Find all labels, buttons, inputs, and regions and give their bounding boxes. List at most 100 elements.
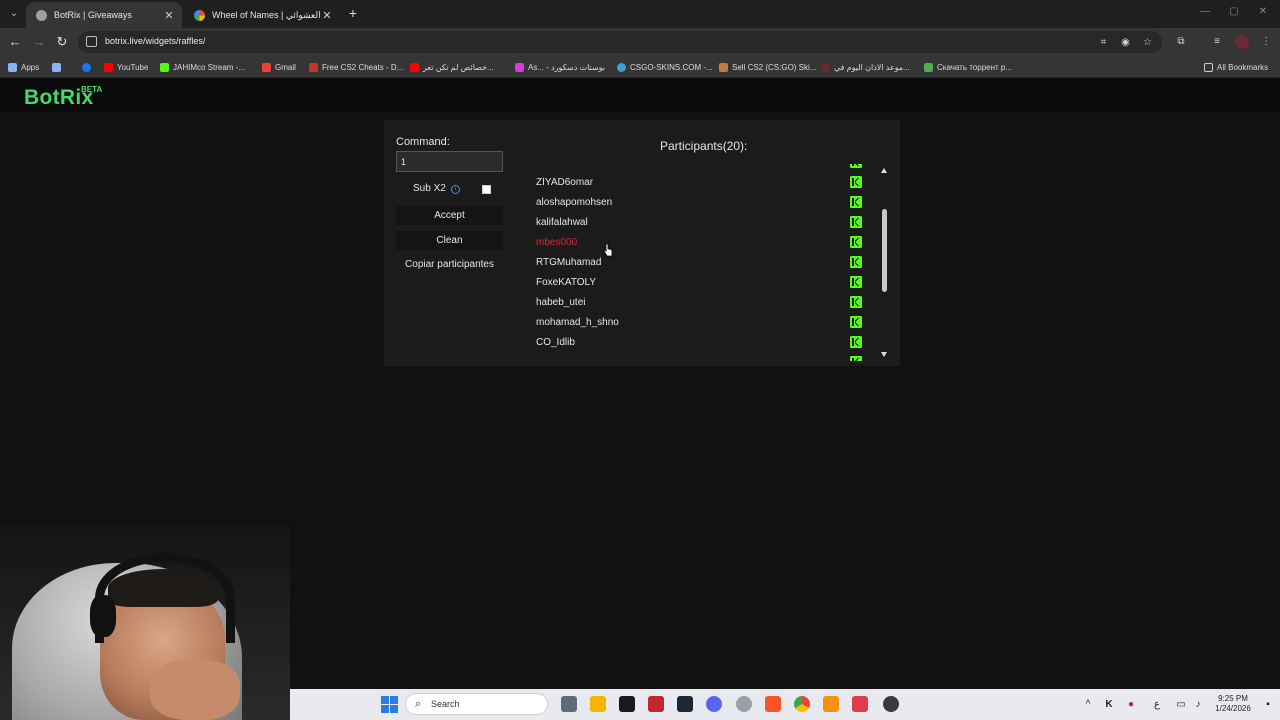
kick-icon (850, 276, 862, 288)
app-circle-icon[interactable] (736, 696, 752, 712)
close-tab-icon[interactable]: ✕ (320, 9, 334, 22)
task-view-icon[interactable] (561, 696, 577, 712)
torrent-icon (924, 62, 933, 72)
bookmark-discord-posts[interactable]: As... - بوستات دسكورد (515, 60, 605, 74)
sub-x2-label: Sub X2 (413, 183, 446, 194)
folder-icon (1204, 62, 1213, 72)
bookmark-gmail[interactable]: Gmail (262, 60, 296, 74)
back-arrow-icon[interactable]: ← (7, 34, 23, 50)
search-icon: ⌕ (415, 698, 422, 710)
command-label: Command: (396, 136, 450, 148)
url-text: botrix.live/widgets/raffles/ (105, 36, 206, 46)
bookmark-csgo-skins[interactable]: CSGO-SKINS.COM -... (617, 60, 713, 74)
list-item (520, 164, 877, 173)
settings-gear-icon[interactable] (883, 696, 899, 712)
list-item[interactable]: aloshapomohsen (520, 193, 877, 213)
bookmark-label: YouTube (117, 62, 149, 72)
bookmark-sell-cs2[interactable]: Sell CS2 (CS:GO) Ski... (719, 60, 816, 74)
address-bar[interactable]: botrix.live/widgets/raffles/ ⌗ ◉ ☆ (78, 31, 1162, 53)
kick-icon (850, 236, 862, 248)
taskbar-search[interactable]: ⌕ Search (405, 693, 548, 715)
app-red-icon[interactable] (648, 696, 664, 712)
network-icon[interactable]: ▭ (1174, 698, 1188, 712)
browser-toolbar: ← → ↻ botrix.live/widgets/raffles/ ⌗ ◉ ☆… (0, 28, 1280, 56)
logitech-icon[interactable] (619, 696, 635, 712)
tray-overflow-icon[interactable]: ^ (1082, 698, 1094, 712)
forward-arrow-icon[interactable]: → (31, 34, 47, 50)
windows-start-icon[interactable] (381, 696, 398, 713)
bookmark-all[interactable]: All Bookmarks (1204, 60, 1268, 74)
scroll-up-arrow-icon[interactable] (881, 168, 887, 173)
extensions-icon[interactable]: ⧉ (1174, 35, 1188, 49)
list-item[interactable]: kalifalahwal (520, 213, 877, 233)
steam-icon[interactable] (677, 696, 693, 712)
app-orange-icon[interactable] (823, 696, 839, 712)
clean-button[interactable]: Clean (396, 231, 503, 250)
copy-participants-button[interactable]: Copiar participantes (396, 259, 503, 274)
list-item[interactable]: FoxeKATOLY (520, 273, 877, 293)
reading-list-icon[interactable]: ≡ (1210, 35, 1224, 49)
notification-icon[interactable]: ▪ (1262, 698, 1274, 712)
bookmark-jahimco[interactable]: JAHIMco Stream -... (160, 60, 245, 74)
bookmark-star-icon[interactable]: ☆ (1141, 36, 1154, 49)
bookmark-cs2-cheats[interactable]: Free CS2 Cheats - D... (309, 60, 403, 74)
cheats-icon (309, 62, 318, 72)
list-item[interactable]: mbes000 (520, 233, 877, 253)
maximize-icon[interactable]: ▢ (1227, 5, 1241, 19)
bookmark-facebook[interactable] (82, 60, 95, 74)
command-input[interactable] (396, 151, 503, 172)
site-info-icon[interactable] (86, 36, 97, 47)
new-tab-plus-icon[interactable]: + (346, 5, 360, 21)
scroll-down-arrow-icon[interactable] (881, 352, 887, 357)
bookmark-label: CSGO-SKINS.COM -... (630, 62, 713, 72)
webcam-overlay (0, 525, 290, 720)
bookmark-label: Free CS2 Cheats - D... (322, 62, 404, 72)
bookmark-grid[interactable] (52, 60, 65, 74)
bookmark-youtube[interactable]: YouTube (104, 60, 148, 74)
eye-off-icon[interactable]: ◉ (1119, 36, 1132, 49)
scrollbar-thumb[interactable] (882, 209, 887, 292)
close-tab-icon[interactable]: ✕ (162, 9, 176, 22)
bookmark-torrent[interactable]: Скачать торрент р... (924, 60, 1012, 74)
reload-icon[interactable]: ↻ (54, 34, 70, 50)
tab-search-icon[interactable]: ⌄ (6, 6, 22, 22)
participants-list[interactable]: ZIYAD6omar aloshapomohsen kalifalahwal m… (520, 164, 877, 361)
youtube-icon (410, 62, 419, 72)
bookmark-apps[interactable]: Apps (8, 60, 39, 74)
list-item[interactable]: CO_Idlib (520, 333, 877, 353)
sub-x2-checkbox[interactable] (482, 185, 491, 194)
bookmark-youtube-arabic[interactable]: خصائص لم تكن تعر... (410, 60, 494, 74)
list-item[interactable]: habeb_utei (520, 293, 877, 313)
tab-title: BotRix | Giveaways (54, 10, 132, 20)
tab-botrix-giveaways[interactable]: BotRix | Giveaways ✕ (26, 2, 182, 28)
accept-button[interactable]: Accept (396, 206, 503, 225)
bookmark-label: As... - بوستات دسكورد (528, 62, 606, 72)
sell-icon (719, 62, 728, 72)
chrome-icon[interactable] (794, 696, 810, 712)
translate-icon[interactable]: ⌗ (1097, 36, 1110, 49)
participant-name: habeb_utei (536, 297, 586, 308)
apps-grid-icon (8, 62, 17, 72)
profile-avatar[interactable] (1235, 35, 1249, 49)
minimize-icon[interactable]: — (1198, 5, 1212, 19)
bookmark-prayer-times[interactable]: موعد الاذان اليوم في... (821, 60, 910, 74)
heart-icon (515, 62, 524, 72)
file-explorer-icon[interactable] (590, 696, 606, 712)
info-icon[interactable]: i (451, 185, 460, 194)
discord-icon[interactable] (706, 696, 722, 712)
list-item[interactable]: RTGMuhamad (520, 253, 877, 273)
taskbar-clock[interactable]: 9:25 PM 1/24/2026 (1210, 694, 1256, 714)
tray-kick-icon[interactable]: K (1102, 698, 1116, 712)
csgo-skins-icon (617, 62, 626, 72)
list-item[interactable]: mohamad_h_shno (520, 313, 877, 333)
bookmark-label: JAHIMco Stream -... (173, 62, 246, 72)
app-pink-icon[interactable] (852, 696, 868, 712)
list-item[interactable]: ZIYAD6omar (520, 173, 877, 193)
tray-microphone-icon[interactable]: ● (1124, 698, 1138, 712)
brave-browser-icon[interactable] (765, 696, 781, 712)
tab-wheel-of-names[interactable]: Wheel of Names | سم العشوائي ✕ (184, 2, 340, 28)
menu-kebab-icon[interactable]: ⋮ (1259, 35, 1273, 49)
language-indicator[interactable]: ع (1150, 698, 1164, 712)
volume-icon[interactable]: ♪ (1191, 698, 1205, 712)
close-window-icon[interactable]: ✕ (1256, 5, 1270, 19)
